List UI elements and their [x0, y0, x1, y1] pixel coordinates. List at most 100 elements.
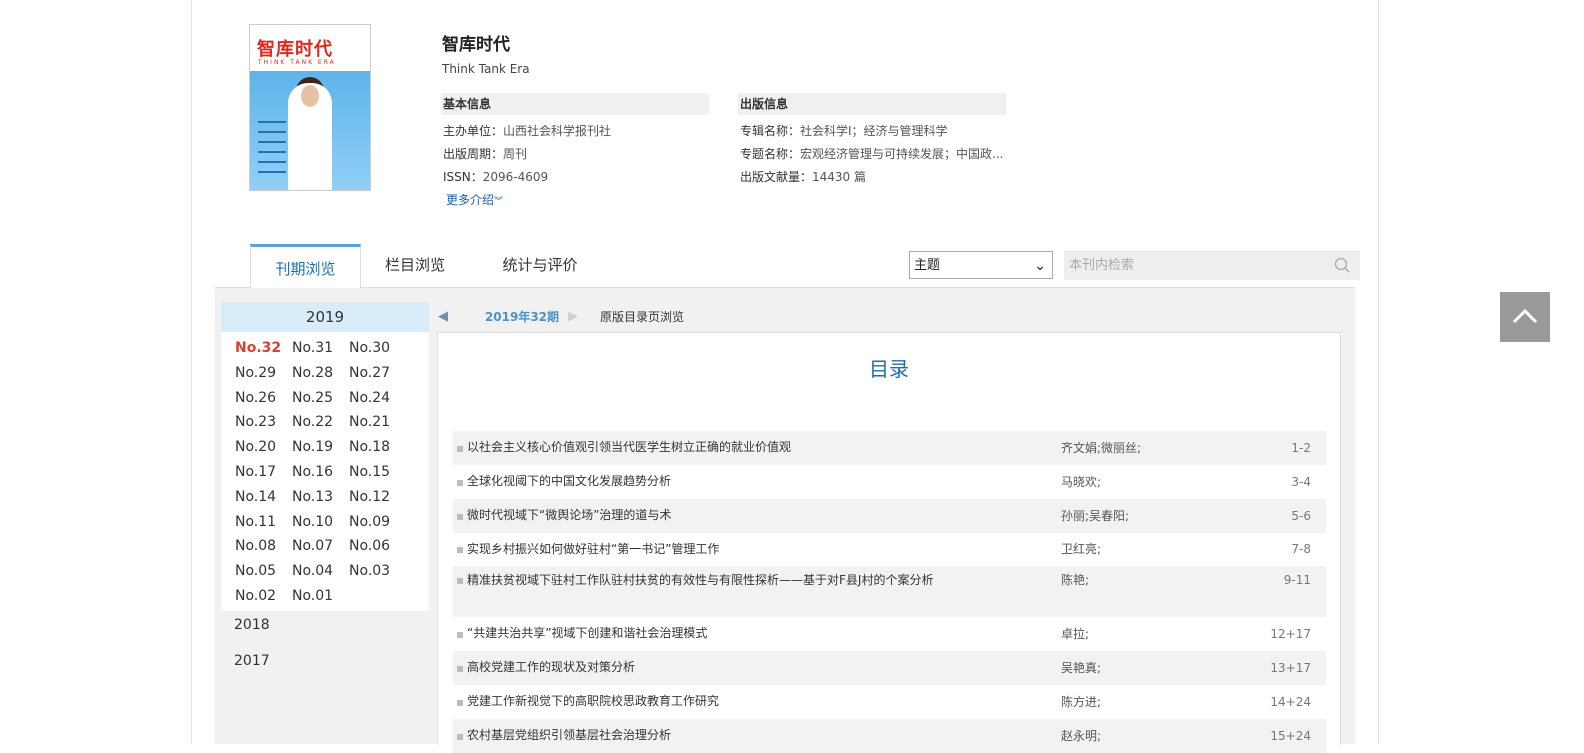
issue-link[interactable]: No.01 — [292, 584, 349, 609]
article-pages: 7-8 — [1291, 542, 1311, 556]
cover-title: 智库时代 — [257, 39, 333, 60]
journal-cover-image[interactable]: 智库时代 THINK TANK ERA — [249, 24, 371, 191]
row-value: 周刊 — [503, 147, 528, 161]
article-authors[interactable]: 齐文娟;微丽丝; — [1061, 431, 1141, 465]
issue-row: No.23 No.22 No.21 — [235, 410, 429, 435]
publish-info-row: 专题名称：宏观经济管理与可持续发展；中国政... — [740, 143, 1006, 166]
issue-link[interactable]: No.10 — [292, 510, 349, 535]
article-pages: 3-4 — [1291, 475, 1311, 489]
year-panel: 2019 No.32 No.31 No.30 No.29 No.28 No.27… — [221, 302, 429, 611]
tab-statistics[interactable]: 统计与评价 — [490, 244, 590, 286]
issue-link[interactable]: No.32 — [235, 336, 292, 361]
chevron-up-icon — [1512, 308, 1538, 324]
year-2018-link[interactable]: 2018 — [234, 617, 270, 633]
issue-link[interactable]: No.04 — [292, 559, 349, 584]
issue-link[interactable]: No.18 — [349, 435, 406, 460]
tab-column-browse[interactable]: 栏目浏览 — [375, 244, 455, 286]
article-pages: 5-6 — [1291, 509, 1311, 523]
article-pages: 14+24 — [1270, 695, 1311, 709]
article-title-link[interactable]: 实现乡村振兴如何做好驻村“第一书记”管理工作 — [467, 539, 937, 560]
prev-issue-icon[interactable]: ◀ — [438, 309, 448, 324]
issue-link[interactable]: No.23 — [235, 410, 292, 435]
issue-link[interactable]: No.19 — [292, 435, 349, 460]
article-title-link[interactable]: 微时代视域下“微舆论场”治理的道与术 — [467, 505, 937, 526]
issue-link[interactable]: No.25 — [292, 386, 349, 411]
issue-link[interactable]: No.03 — [349, 559, 406, 584]
article-authors[interactable]: 卓拉; — [1061, 617, 1089, 651]
issue-link[interactable]: No.08 — [235, 534, 292, 559]
issue-link[interactable]: No.30 — [349, 336, 406, 361]
issue-link[interactable]: No.06 — [349, 534, 406, 559]
row-label: 出版文献量： — [740, 170, 813, 184]
search-input[interactable]: 本刊内检索 — [1064, 251, 1360, 280]
issue-row: No.11 No.10 No.09 — [235, 510, 429, 535]
row-label: ISSN： — [443, 170, 483, 184]
article-authors[interactable]: 吴艳真; — [1061, 651, 1101, 685]
toc-panel: 目录 ▪ 以社会主义核心价值观引领当代医学生树立正确的就业价值观 齐文娟;微丽丝… — [437, 332, 1341, 753]
article-authors[interactable]: 赵永明; — [1061, 719, 1101, 753]
search-field-select[interactable]: 主题 ⌄ — [909, 251, 1053, 279]
journal-page: 智库时代 THINK TANK ERA 智库时代 Think Tank Era … — [191, 0, 1379, 753]
tab-bar: 刊期浏览 栏目浏览 统计与评价 主题 ⌄ 本刊内检索 — [215, 244, 1360, 288]
article-pages: 9-11 — [1283, 573, 1311, 587]
issue-link[interactable]: No.27 — [349, 361, 406, 386]
article-title-link[interactable]: “共建共治共享”视域下创建和谐社会治理模式 — [467, 623, 937, 644]
search-placeholder: 本刊内检索 — [1069, 258, 1135, 273]
basic-info-header: 基本信息 — [441, 93, 709, 115]
toc-item: ▪ 全球化视阈下的中国文化发展趋势分析 马晓欢; 3-4 — [453, 465, 1326, 499]
issue-link[interactable]: No.26 — [235, 386, 292, 411]
article-authors[interactable]: 马晓欢; — [1061, 465, 1101, 499]
article-title-link[interactable]: 以社会主义核心价值观引领当代医学生树立正确的就业价值观 — [467, 437, 937, 458]
back-to-top-button[interactable] — [1500, 292, 1550, 342]
article-authors[interactable]: 陈艳; — [1061, 570, 1089, 591]
issue-row: No.08 No.07 No.06 — [235, 534, 429, 559]
issue-link[interactable]: No.31 — [292, 336, 349, 361]
cover-portrait-face — [301, 85, 319, 107]
toc-item: ▪ 以社会主义核心价值观引领当代医学生树立正确的就业价值观 齐文娟;微丽丝; 1… — [453, 431, 1326, 465]
toc-item: ▪ 农村基层党组织引领基层社会治理分析 赵永明; 15+24 — [453, 719, 1326, 753]
article-title-link[interactable]: 高校党建工作的现状及对策分析 — [467, 657, 937, 678]
content-area: 2019 No.32 No.31 No.30 No.29 No.28 No.27… — [215, 288, 1355, 753]
original-toc-link[interactable]: 原版目录页浏览 — [600, 302, 684, 332]
current-issue-tab[interactable]: 2019年32期 — [459, 302, 585, 334]
publish-info-row: 专辑名称：社会科学Ⅰ；经济与管理科学 — [740, 120, 1006, 143]
row-label: 专题名称： — [740, 147, 801, 161]
article-authors[interactable]: 陈方进; — [1061, 685, 1101, 719]
article-title-link[interactable]: 全球化视阈下的中国文化发展趋势分析 — [467, 471, 937, 492]
year-2017-link[interactable]: 2017 — [234, 653, 270, 669]
issue-link[interactable]: No.05 — [235, 559, 292, 584]
bullet-icon: ▪ — [456, 661, 465, 675]
issue-link[interactable]: No.21 — [349, 410, 406, 435]
issue-link[interactable]: No.02 — [235, 584, 292, 609]
search-icon[interactable] — [1334, 257, 1350, 273]
issue-link[interactable]: No.13 — [292, 485, 349, 510]
issue-link[interactable]: No.11 — [235, 510, 292, 535]
toc-item: ▪ 高校党建工作的现状及对策分析 吴艳真; 13+17 — [453, 651, 1326, 685]
issue-link[interactable]: No.28 — [292, 361, 349, 386]
article-title-link[interactable]: 党建工作新视觉下的高职院校思政教育工作研究 — [467, 691, 937, 712]
issue-link[interactable]: No.16 — [292, 460, 349, 485]
journal-title: 智库时代 — [442, 35, 510, 55]
article-authors[interactable]: 孙丽;吴春阳; — [1061, 499, 1129, 533]
issue-link[interactable]: No.15 — [349, 460, 406, 485]
article-title-link[interactable]: 农村基层党组织引领基层社会治理分析 — [467, 725, 937, 746]
bullet-icon: ▪ — [456, 475, 465, 489]
article-title-link[interactable]: 精准扶贫视域下驻村工作队驻村扶贫的有效性与有限性探析——基于对F县J村的个案分析 — [467, 570, 937, 591]
issue-link[interactable]: No.29 — [235, 361, 292, 386]
issue-link[interactable]: No.22 — [292, 410, 349, 435]
issue-link[interactable]: No.17 — [235, 460, 292, 485]
issue-nav-bar: ◀ 2019年32期 ▶ 原版目录页浏览 — [436, 302, 1341, 334]
year-2019-header[interactable]: 2019 — [221, 302, 429, 332]
toc-item: ▪ “共建共治共享”视域下创建和谐社会治理模式 卓拉; 12+17 — [453, 617, 1326, 651]
issue-link[interactable]: No.24 — [349, 386, 406, 411]
next-issue-icon[interactable]: ▶ — [568, 309, 578, 324]
more-intro-link[interactable]: 更多介绍︾ — [446, 191, 503, 208]
issue-link[interactable]: No.07 — [292, 534, 349, 559]
issue-link[interactable]: No.09 — [349, 510, 406, 535]
tab-issue-browse[interactable]: 刊期浏览 — [250, 244, 361, 288]
issue-link[interactable]: No.12 — [349, 485, 406, 510]
toc-item: ▪ 精准扶贫视域下驻村工作队驻村扶贫的有效性与有限性探析——基于对F县J村的个案… — [453, 566, 1326, 617]
article-authors[interactable]: 卫红亮; — [1061, 533, 1101, 566]
issue-link[interactable]: No.14 — [235, 485, 292, 510]
issue-link[interactable]: No.20 — [235, 435, 292, 460]
